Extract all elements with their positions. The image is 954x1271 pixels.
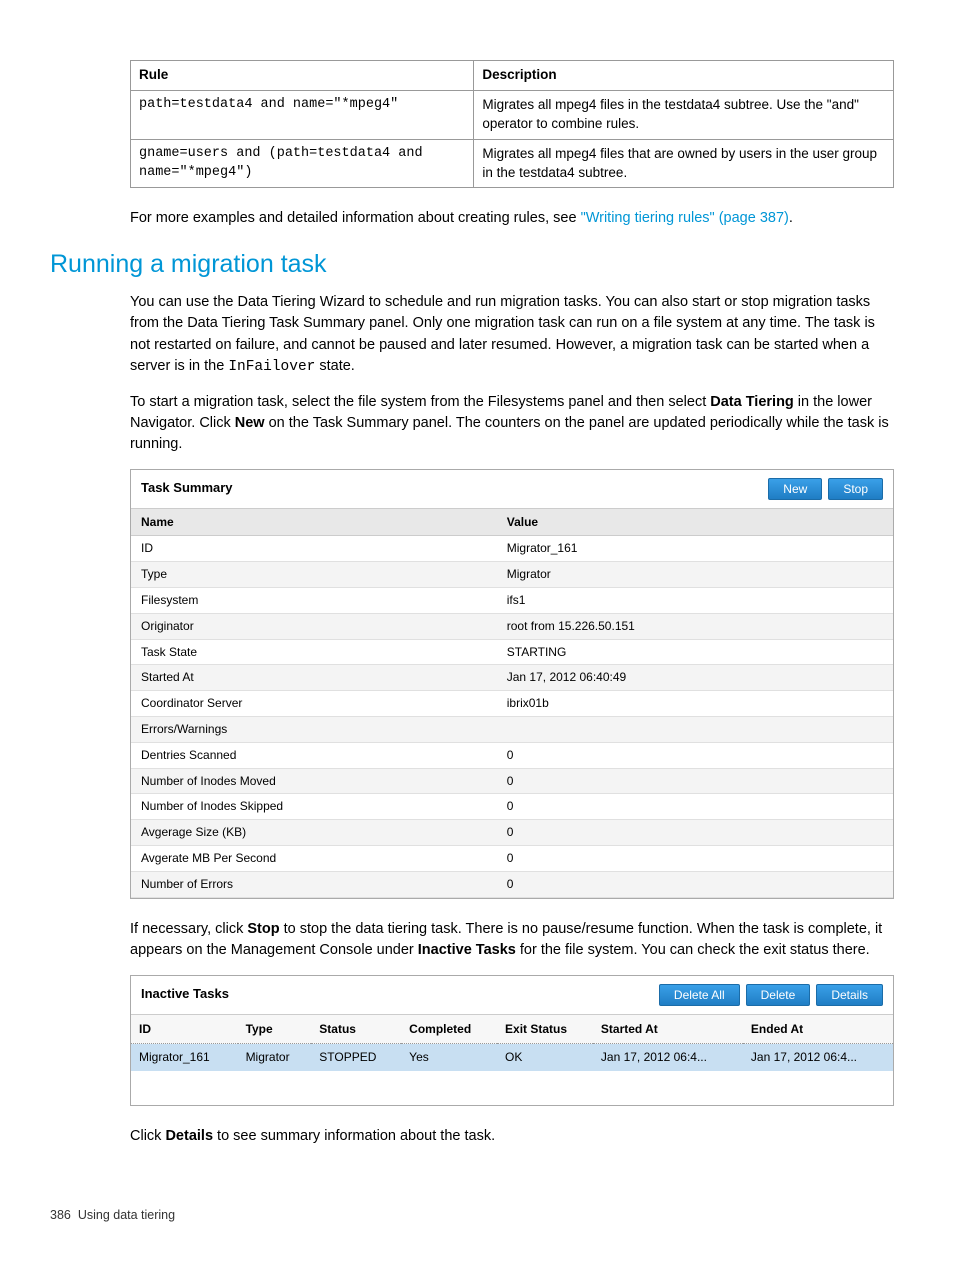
table-row: Avgerate MB Per Second0 [131,845,893,871]
table-row: Dentries Scanned0 [131,742,893,768]
col-ended-at[interactable]: Ended At [743,1015,893,1044]
cell-value: 0 [497,768,893,794]
col-exit-status[interactable]: Exit Status [497,1015,593,1044]
table-row: Task StateSTARTING [131,639,893,665]
table-row: Errors/Warnings [131,716,893,742]
cell-status: STOPPED [311,1044,401,1071]
table-row: Avgerage Size (KB)0 [131,820,893,846]
page-number: 386 [50,1208,71,1222]
cell-name: Avgerate MB Per Second [131,845,497,871]
col-value: Value [497,509,893,536]
cell-name: Coordinator Server [131,691,497,717]
section-heading: Running a migration task [50,247,894,282]
footer-text: Using data tiering [78,1208,175,1222]
task-summary-panel: Task Summary New Stop Name Value IDMigra… [130,469,894,899]
infailover-code: InFailover [228,359,315,375]
cell-started-at: Jan 17, 2012 06:4... [593,1044,743,1071]
cell-value [497,716,893,742]
details-button[interactable]: Details [816,984,883,1006]
cell-exit-status: OK [497,1044,593,1071]
cell-name: Number of Errors [131,871,497,897]
stop-button[interactable]: Stop [828,478,883,500]
delete-all-button[interactable]: Delete All [659,984,740,1006]
cell-name: Originator [131,613,497,639]
inactive-tasks-header: Inactive Tasks Delete All Delete Details [131,976,893,1015]
cell-name: Task State [131,639,497,665]
table-row: path=testdata4 and name="*mpeg4" Migrate… [131,90,894,139]
inactive-tasks-panel: Inactive Tasks Delete All Delete Details… [130,975,894,1106]
task-summary-header: Task Summary New Stop [131,470,893,509]
col-status[interactable]: Status [311,1015,401,1044]
paragraph-intro: You can use the Data Tiering Wizard to s… [130,292,894,377]
table-row: Originatorroot from 15.226.50.151 [131,613,893,639]
cell-name: Dentries Scanned [131,742,497,768]
table-row: Number of Errors0 [131,871,893,897]
cell-value: Jan 17, 2012 06:40:49 [497,665,893,691]
cell-name: Type [131,562,497,588]
rules-table: Rule Description path=testdata4 and name… [130,60,894,188]
paragraph-details: Click Details to see summary information… [130,1126,894,1147]
cell-value: 0 [497,845,893,871]
cell-name: Number of Inodes Skipped [131,794,497,820]
table-row[interactable]: Migrator_161 Migrator STOPPED Yes OK Jan… [131,1044,893,1071]
cell-name: Started At [131,665,497,691]
cell-value: STARTING [497,639,893,665]
writing-tiering-rules-link[interactable]: "Writing tiering rules" (page 387) [581,210,789,226]
task-summary-grid: Name Value IDMigrator_161TypeMigratorFil… [131,509,893,898]
cell-value: 0 [497,794,893,820]
cell-completed: Yes [401,1044,497,1071]
table-row: Started AtJan 17, 2012 06:40:49 [131,665,893,691]
cell-value: Migrator [497,562,893,588]
cell-ended-at: Jan 17, 2012 06:4... [743,1044,893,1071]
table-row: Coordinator Serveribrix01b [131,691,893,717]
cell-value: Migrator_161 [497,536,893,562]
table-row: TypeMigrator [131,562,893,588]
table-row: Number of Inodes Moved0 [131,768,893,794]
cell-name: Number of Inodes Moved [131,768,497,794]
cell-id: Migrator_161 [131,1044,238,1071]
col-id[interactable]: ID [131,1015,238,1044]
table-row: Filesystemifs1 [131,587,893,613]
new-button[interactable]: New [768,478,822,500]
cell-value: root from 15.226.50.151 [497,613,893,639]
description-cell: Migrates all mpeg4 files in the testdata… [474,90,894,139]
cell-type: Migrator [238,1044,312,1071]
description-cell: Migrates all mpeg4 files that are owned … [474,139,894,188]
inactive-tasks-title: Inactive Tasks [141,985,229,1003]
cell-name: Errors/Warnings [131,716,497,742]
table-row: gname=users and (path=testdata4 and name… [131,139,894,188]
paragraph-examples: For more examples and detailed informati… [130,208,894,229]
rules-header-rule: Rule [131,61,474,91]
cell-name: ID [131,536,497,562]
inactive-tasks-grid: ID Type Status Completed Exit Status Sta… [131,1015,893,1072]
rule-cell: gname=users and (path=testdata4 and name… [131,139,474,188]
cell-value: 0 [497,820,893,846]
page-footer: 386 Using data tiering [50,1207,894,1225]
rule-cell: path=testdata4 and name="*mpeg4" [131,90,474,139]
cell-name: Filesystem [131,587,497,613]
cell-value: 0 [497,871,893,897]
paragraph-start-task: To start a migration task, select the fi… [130,392,894,455]
delete-button[interactable]: Delete [746,984,811,1006]
table-row: IDMigrator_161 [131,536,893,562]
cell-value: ifs1 [497,587,893,613]
cell-name: Avgerage Size (KB) [131,820,497,846]
cell-value: ibrix01b [497,691,893,717]
task-summary-title: Task Summary [141,479,233,497]
col-started-at[interactable]: Started At [593,1015,743,1044]
col-completed[interactable]: Completed [401,1015,497,1044]
table-row: Number of Inodes Skipped0 [131,794,893,820]
cell-value: 0 [497,742,893,768]
rules-header-description: Description [474,61,894,91]
paragraph-stop: If necessary, click Stop to stop the dat… [130,919,894,961]
col-type[interactable]: Type [238,1015,312,1044]
col-name: Name [131,509,497,536]
